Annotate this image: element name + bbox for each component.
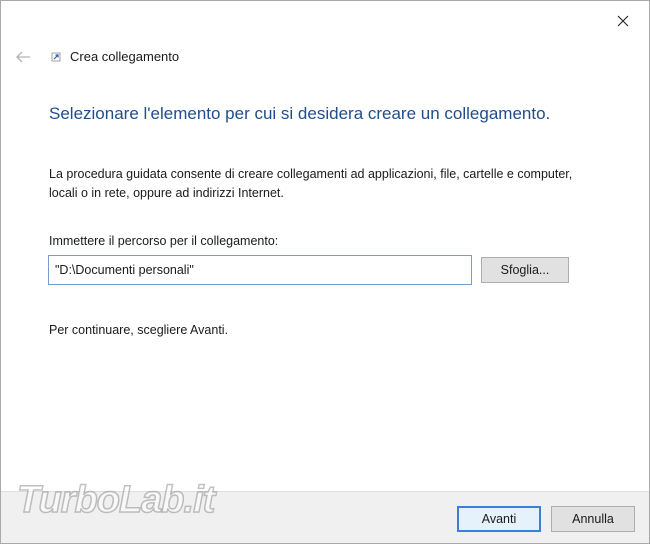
continue-hint: Per continuare, scegliere Avanti.	[49, 323, 229, 337]
shortcut-wizard-window: Crea collegamento Selezionare l'elemento…	[0, 0, 650, 544]
back-arrow-icon	[16, 51, 30, 63]
path-input[interactable]	[48, 255, 472, 285]
shortcut-icon	[48, 49, 64, 65]
close-icon	[617, 15, 629, 27]
wizard-header: Crea collegamento	[12, 45, 179, 69]
cancel-button[interactable]: Annulla	[551, 506, 635, 532]
window-title: Crea collegamento	[70, 49, 180, 64]
browse-button[interactable]: Sfoglia...	[481, 257, 569, 283]
page-heading: Selezionare l'elemento per cui si deside…	[49, 104, 551, 123]
close-button[interactable]	[611, 9, 635, 33]
wizard-description: La procedura guidata consente di creare …	[49, 167, 573, 200]
back-button[interactable]	[12, 46, 34, 68]
path-label: Immettere il percorso per il collegament…	[49, 234, 279, 248]
next-button[interactable]: Avanti	[457, 506, 541, 532]
